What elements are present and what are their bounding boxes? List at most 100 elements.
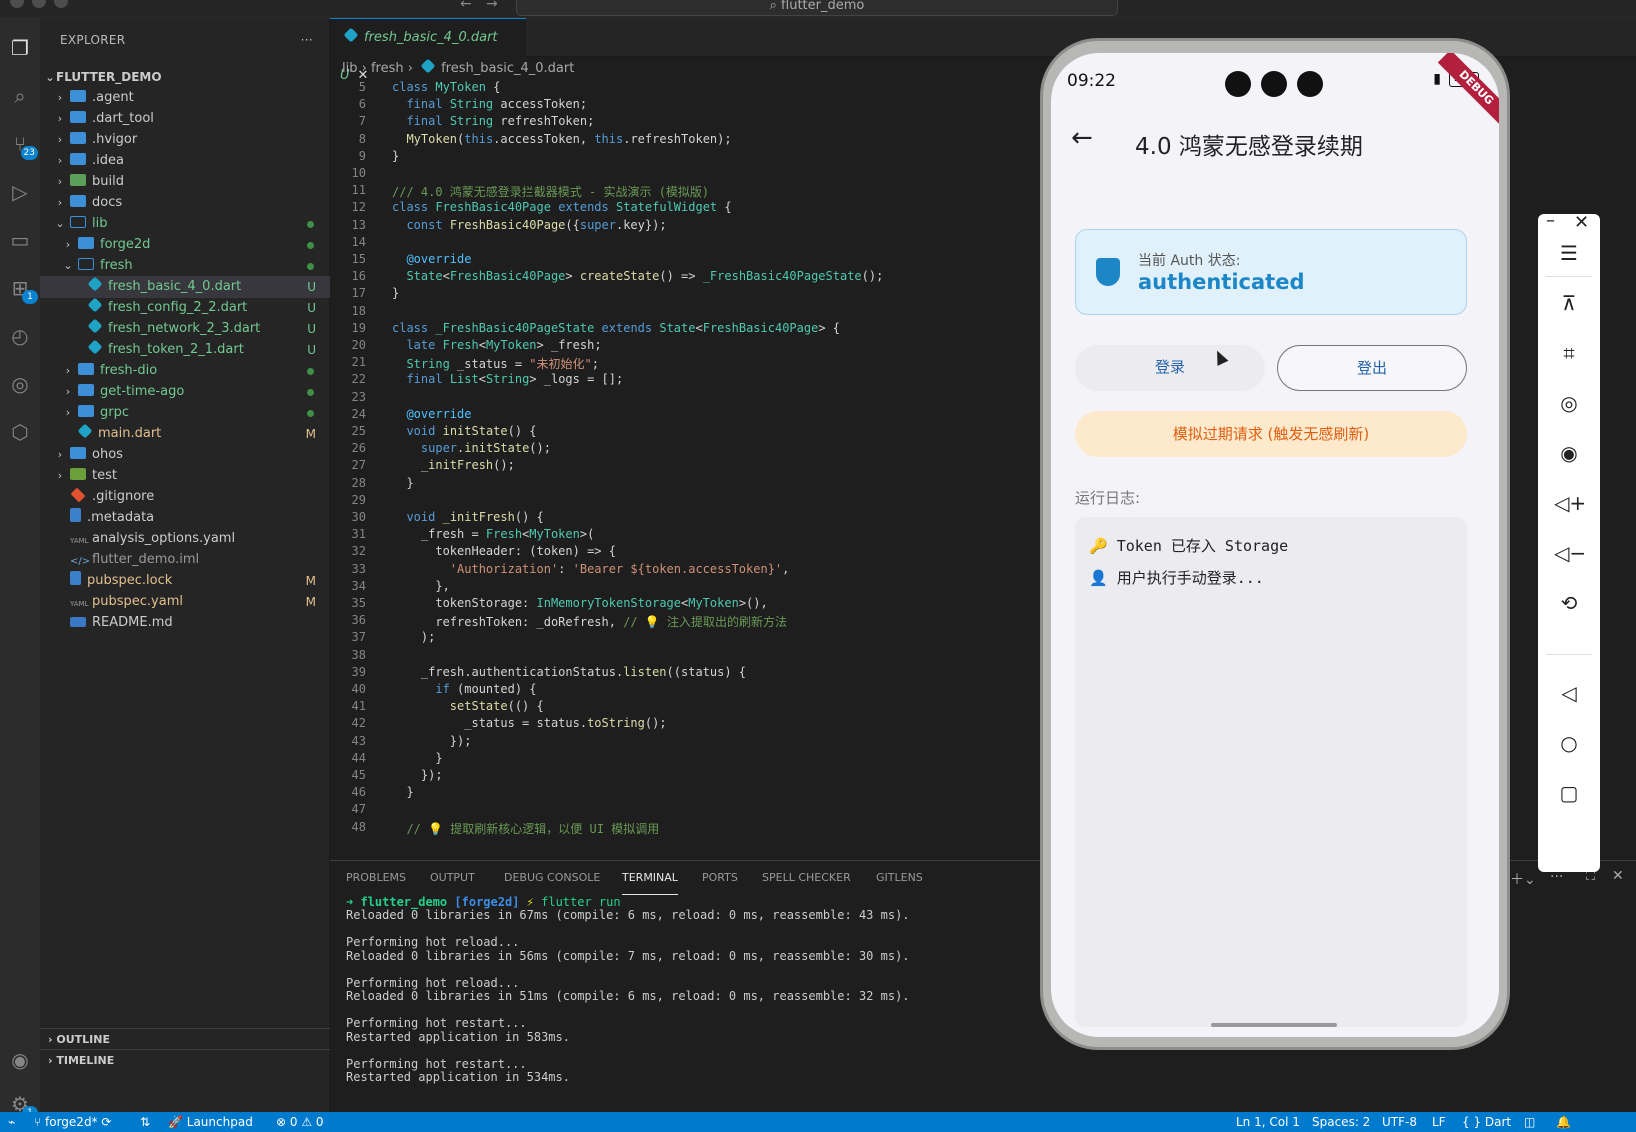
code-line[interactable]: State<FreshBasic40Page> createState() =>… [392, 269, 883, 283]
tab-ports[interactable]: PORTS [702, 861, 738, 895]
tab-gitlens[interactable]: GITLENS [876, 861, 923, 895]
tree-item-ohos[interactable]: › ohos [40, 444, 330, 466]
code-line[interactable]: }); [392, 734, 472, 748]
code-line[interactable]: _fresh.authenticationStatus.listen((stat… [392, 665, 746, 679]
code-line[interactable]: } [392, 751, 442, 765]
crop-icon[interactable]: ⌗ [1554, 338, 1584, 368]
account-icon[interactable]: ◉ [4, 1044, 36, 1076]
tree-item-test[interactable]: › test [40, 465, 330, 487]
code-line[interactable]: String _status = "未初始化"; [392, 355, 599, 372]
breadcrumb-lib[interactable]: lib [342, 61, 357, 76]
tree-item-gitignore[interactable]: .gitignore [40, 486, 330, 508]
outline-section[interactable]: › OUTLINE [40, 1028, 330, 1049]
workspace-root[interactable]: ⌄FLUTTER_DEMO [40, 66, 330, 88]
screenshot-icon[interactable]: ◎ [1554, 388, 1584, 418]
extensions-icon[interactable]: ⊞ 1 [4, 272, 38, 304]
breadcrumb-file[interactable]: fresh_basic_4_0.dart [441, 61, 574, 76]
code-line[interactable]: tokenStorage: InMemoryTokenStorage<MyTok… [392, 596, 767, 610]
back-arrow-icon[interactable]: ← [1071, 123, 1093, 153]
code-line[interactable]: } [392, 476, 413, 490]
zoom-window-button[interactable] [54, 0, 68, 8]
tree-item-hvigor[interactable]: › .hvigor [40, 129, 330, 151]
logout-button[interactable]: 登出 [1277, 345, 1467, 391]
tree-item-fresh-network-2-3[interactable]: fresh_network_2_3.dart U [40, 318, 330, 340]
code-line[interactable]: _fresh = Fresh<MyToken>( [392, 527, 594, 541]
home-indicator[interactable] [1211, 1023, 1337, 1027]
line-ending[interactable]: LF [1432, 1112, 1446, 1132]
rotate-icon[interactable]: ⟲ [1554, 588, 1584, 618]
code-line[interactable]: // 💡 提取刷新核心逻辑，以便 UI 模拟调用 [392, 820, 659, 837]
tree-item-lib[interactable]: ⌄ lib [40, 213, 330, 235]
encoding[interactable]: UTF-8 [1382, 1112, 1417, 1132]
cursor-position[interactable]: Ln 1, Col 1 [1236, 1112, 1300, 1132]
code-line[interactable]: void initState() { [392, 424, 536, 438]
code-line[interactable]: if (mounted) { [392, 682, 536, 696]
breadcrumb-fresh[interactable]: fresh [371, 61, 404, 76]
notifications-icon[interactable]: 🔔 [1556, 1112, 1571, 1132]
tree-item-readme[interactable]: README.md [40, 612, 330, 634]
code-line[interactable]: } [392, 785, 413, 799]
launchpad-button[interactable]: 🚀 Launchpad [168, 1112, 253, 1132]
timeline-section[interactable]: › TIMELINE [40, 1049, 330, 1070]
tree-item-pubspec-yaml[interactable]: YAML pubspec.yaml M [40, 591, 330, 613]
remote-icon[interactable]: ⌁ [8, 1112, 15, 1132]
nav-back-icon[interactable]: ◁ [1554, 678, 1584, 708]
tree-item-analysis-options[interactable]: YAML analysis_options.yaml [40, 528, 330, 550]
forward-arrow-icon[interactable]: → [486, 0, 498, 12]
language-mode[interactable]: { } Dart [1462, 1112, 1511, 1132]
tab-fresh-basic-4-0[interactable]: fresh_basic_4_0.dart U ✕ [330, 18, 526, 83]
close-icon[interactable]: ✕ [1574, 212, 1589, 233]
tree-item-main-dart[interactable]: main.dart M [40, 423, 330, 445]
tab-debug-console[interactable]: DEBUG CONSOLE [504, 861, 600, 895]
login-button[interactable]: 登录 [1075, 345, 1265, 391]
tree-item-iml[interactable]: </> flutter_demo.iml [40, 549, 330, 571]
code-line[interactable]: final String refreshToken; [392, 114, 594, 128]
code-line[interactable]: final List<String> _logs = []; [392, 372, 623, 386]
tree-item-forge2d[interactable]: › forge2d [40, 234, 330, 256]
pin-off-icon[interactable]: ⊼ [1554, 288, 1584, 318]
copilot-icon[interactable]: ◫ [1524, 1112, 1535, 1132]
tab-spell-checker[interactable]: SPELL CHECKER [762, 861, 851, 895]
add-terminal-icon[interactable]: ＋⌄ [1510, 869, 1536, 889]
code-line[interactable]: void _initFresh() { [392, 510, 543, 524]
code-line[interactable]: late Fresh<MyToken> _fresh; [392, 338, 601, 352]
code-line[interactable]: super.initState(); [392, 441, 551, 455]
gitlens-icon[interactable]: ◴ [4, 320, 36, 352]
indentation[interactable]: Spaces: 2 [1312, 1112, 1370, 1132]
code-line[interactable]: const FreshBasic40Page({super.key}); [392, 218, 666, 232]
code-line[interactable]: final String accessToken; [392, 97, 587, 111]
tree-item-fresh-config-2-2[interactable]: fresh_config_2_2.dart U [40, 297, 330, 319]
tree-item-fresh-basic-4-0[interactable]: fresh_basic_4_0.dart U [40, 276, 330, 298]
code-line[interactable]: /// 4.0 鸿蒙无感登录拦截器模式 - 实战演示 (模拟版) [392, 183, 709, 200]
code-line[interactable]: ); [392, 630, 435, 644]
tree-item-grpc[interactable]: › grpc [40, 402, 330, 424]
code-line[interactable]: setState(() { [392, 699, 544, 713]
code-line[interactable]: @override [392, 407, 471, 421]
tree-item-fresh-token-2-1[interactable]: fresh_token_2_1.dart U [40, 339, 330, 361]
remote-explorer-icon[interactable]: ▭ [4, 224, 36, 256]
code-line[interactable]: MyToken(this.accessToken, this.refreshTo… [392, 132, 731, 146]
volume-down-icon[interactable]: ◁− [1554, 538, 1586, 568]
nav-home-icon[interactable]: ○ [1554, 728, 1584, 758]
code-line[interactable]: } [392, 149, 399, 163]
sync-icon[interactable]: ⇅ [140, 1112, 150, 1132]
close-window-button[interactable] [10, 0, 24, 8]
volume-up-icon[interactable]: ◁+ [1554, 488, 1586, 518]
code-line[interactable]: @override [392, 252, 471, 266]
explorer-icon[interactable]: ❐ [4, 32, 36, 64]
tree-item-get-time-ago[interactable]: › get-time-ago [40, 381, 330, 403]
code-editor[interactable]: 5 class MyToken {6 final String accessTok… [330, 80, 1030, 850]
code-line[interactable]: refreshToken: _doRefresh, // 💡 注入提取出的刷新方… [392, 613, 787, 630]
command-center-search[interactable]: ⌕ flutter_demo [516, 0, 1118, 16]
nav-recents-icon[interactable]: ▢ [1554, 778, 1584, 808]
code-line[interactable]: tokenHeader: (token) => { [392, 544, 616, 558]
code-line[interactable]: }); [392, 768, 443, 782]
source-control-icon[interactable]: ⑂ 23 [4, 128, 38, 160]
database-icon[interactable]: ⬡ [4, 416, 36, 448]
tree-item-agent[interactable]: › .agent [40, 87, 330, 109]
tree-item-idea[interactable]: › .idea [40, 150, 330, 172]
tab-terminal[interactable]: TERMINAL [622, 861, 678, 895]
gitlens-inspect-icon[interactable]: ◎ [4, 368, 36, 400]
tree-item-docs[interactable]: › docs [40, 192, 330, 214]
terminal-output[interactable]: Reloaded 0 libraries in 67ms (compile: 6… [346, 908, 910, 1085]
